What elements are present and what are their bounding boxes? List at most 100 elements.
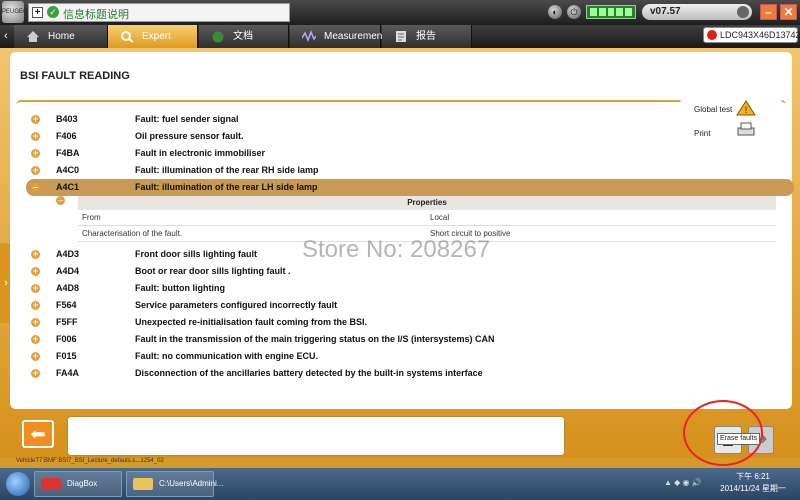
fault-description: Service parameters configured incorrectl… (135, 300, 338, 310)
tab-expert[interactable]: Expert (108, 25, 198, 48)
fault-code: A4C1 (56, 182, 80, 192)
fault-code: F006 (56, 334, 77, 344)
fault-code: A4C0 (56, 165, 80, 175)
expand-plus-icon[interactable]: + (31, 301, 40, 310)
expand-plus-icon[interactable]: + (31, 318, 40, 327)
fault-description: Oil pressure sensor fault. (135, 131, 244, 141)
fault-description: Fault: no communication with engine ECU. (135, 351, 319, 361)
expand-plus-icon[interactable]: + (31, 284, 40, 293)
bottom-bar: ⬅ ➜ (10, 414, 792, 458)
fault-row-selected[interactable]: – A4C1 Fault: illumination of the rear LH … (26, 179, 794, 196)
fault-description: Fault: button lighting (135, 283, 225, 293)
fault-description: Fault: illumination of the rear RH side … (135, 165, 319, 175)
expand-plus-icon[interactable]: + (31, 352, 40, 361)
collapse-minus-icon[interactable]: – (56, 196, 65, 205)
clock[interactable]: 下午 6:21 2014/11/24 星期一 (718, 471, 788, 495)
path-text: VehicleT7:BMF:BSI7_BSI_Lecture_defauts.s… (16, 458, 164, 464)
close-button[interactable]: ✕ (780, 4, 797, 20)
start-button[interactable] (6, 472, 30, 496)
power-icon[interactable]: ⏻ (567, 5, 581, 19)
menu-chevron-icon[interactable]: ‹ (4, 30, 8, 42)
fault-row[interactable]: + A4D4 Boot or rear door sills lighting fa… (26, 263, 794, 280)
diagbox-icon (41, 478, 61, 490)
expand-info-icon[interactable]: + (32, 7, 43, 18)
fault-row[interactable]: + F015 Fault: no communication with engine… (26, 348, 794, 365)
property-value: Local (430, 213, 450, 222)
fault-description: Front door sills lighting fault (135, 249, 257, 259)
fault-row[interactable]: + B403 Fault: fuel sender signal (26, 111, 794, 128)
tab-label: 文档 (233, 31, 253, 42)
taskbar-item-label: C:\Users\Admini... (159, 479, 224, 488)
info-title: 信息标题说明 (63, 9, 129, 21)
expand-plus-icon[interactable]: + (31, 267, 40, 276)
fault-row[interactable]: + F006 Fault in the transmission of the ma… (26, 331, 794, 348)
vehicle-id-badge: LDC943X46D1374238 (703, 27, 800, 43)
tab-home[interactable]: Home (14, 25, 108, 48)
fault-row[interactable]: + F5FF Unexpected re-initialisation fault … (26, 314, 794, 331)
fault-row[interactable]: + F564 Service parameters configured incor… (26, 297, 794, 314)
expand-plus-icon[interactable]: + (31, 250, 40, 259)
tab-report[interactable]: 报告 (382, 25, 472, 48)
fault-row[interactable]: + FA4A Disconnection of the ancillaries ba… (26, 365, 794, 382)
fault-code: F564 (56, 300, 77, 310)
tab-label: 报告 (416, 31, 436, 42)
taskbar-item-diagbox[interactable]: DiagBox (34, 471, 122, 497)
expand-plus-icon[interactable]: + (31, 369, 40, 378)
property-name: Characterisation of the fault. (82, 229, 183, 238)
fault-description: Fault in the transmission of the main tr… (135, 334, 495, 344)
divider (16, 100, 786, 108)
fault-code: A4D8 (56, 283, 80, 293)
collapse-minus-icon[interactable]: – (31, 183, 40, 192)
side-actions: Global test ! Print (680, 98, 782, 148)
help-icon[interactable]: ◐ (548, 5, 562, 19)
back-button[interactable]: ⬅ (22, 420, 54, 448)
global-test-warning-icon[interactable]: ! (736, 100, 756, 116)
tab-documents[interactable]: 文档 (199, 25, 289, 48)
expand-plus-icon[interactable]: + (31, 149, 40, 158)
taskbar-item-label: DiagBox (67, 479, 98, 488)
clock-date: 2014/11/24 星期一 (720, 484, 786, 493)
fault-row[interactable]: + F406 Oil pressure sensor fault. (26, 128, 794, 145)
title-bar: PEUGEOT + ✓ 信息标题说明 ◐ ⏻ v07.57 – ✕ (0, 0, 800, 25)
report-icon (396, 31, 406, 42)
vehicle-id: LDC943X46D1374238 (720, 30, 800, 40)
expand-plus-icon[interactable]: + (31, 335, 40, 344)
tab-label: Home (48, 31, 75, 42)
print-label: Print (694, 129, 711, 138)
expand-plus-icon[interactable]: + (31, 115, 40, 124)
check-icon: ✓ (47, 6, 59, 18)
folder-icon (133, 478, 153, 490)
svg-text:!: ! (745, 105, 748, 115)
minimize-button[interactable]: – (760, 4, 777, 20)
battery-level-icon (586, 5, 636, 19)
taskbar-item-explorer[interactable]: C:\Users\Admini... (126, 471, 223, 497)
erase-tooltip: Erase faults (717, 433, 760, 445)
clock-time: 下午 6:21 (736, 472, 770, 481)
fault-description: Fault: fuel sender signal (135, 114, 239, 124)
page-title: BSI FAULT READING (20, 70, 130, 82)
printer-icon[interactable] (736, 122, 756, 138)
fault-reading-panel: BSI FAULT READING + B403 Fault: fuel sende… (10, 52, 794, 409)
global-test-label: Global test (694, 105, 733, 114)
version-slider[interactable]: v07.57 (642, 4, 752, 20)
fault-code: B403 (56, 114, 78, 124)
expand-plus-icon[interactable]: + (31, 132, 40, 141)
expert-magnifier-icon (121, 31, 134, 43)
fault-code: F5FF (56, 317, 78, 327)
fault-code: F015 (56, 351, 77, 361)
expand-plus-icon[interactable]: + (31, 166, 40, 175)
slider-knob-icon[interactable] (737, 6, 749, 18)
waveform-icon (302, 30, 316, 43)
message-area (67, 416, 565, 456)
tab-measurements[interactable]: Measurements (290, 25, 390, 48)
tab-label: Measurements (324, 31, 391, 42)
fault-row[interactable]: + F4BA Fault in electronic immobiliser (26, 145, 794, 162)
app-logo: PEUGEOT (2, 1, 31, 23)
fault-row[interactable]: + A4C0 Fault: illumination of the rear RH … (26, 162, 794, 179)
tab-bar: ‹ Home Expert 文档 Measurements 报告 (0, 25, 800, 48)
fault-row[interactable]: + A4D8 Fault: button lighting (26, 280, 794, 297)
watermark: Store No: 208267 (302, 236, 491, 263)
power-off-icon[interactable] (707, 30, 717, 40)
fault-description: Unexpected re-initialisation fault comin… (135, 317, 368, 327)
fault-description: Fault in electronic immobiliser (135, 148, 266, 158)
